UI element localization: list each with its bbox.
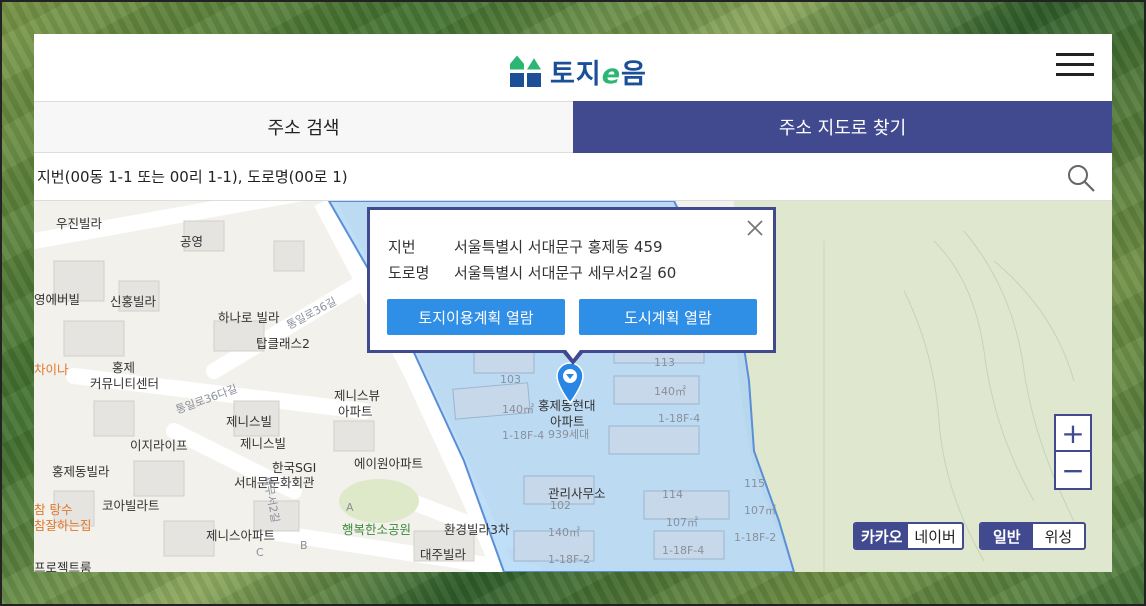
view-normal-button[interactable]: 일반 — [981, 524, 1033, 548]
map-label: 홍제동빌라 — [52, 464, 110, 479]
map-label: 신홍빌라 — [110, 294, 157, 309]
road-address-label: 도로명 — [388, 264, 430, 282]
search-input[interactable] — [34, 153, 1044, 200]
map-label: 코아빌라트 — [102, 498, 160, 513]
map-label: 제니스아파트 — [206, 528, 276, 543]
map-label: 탑클래스2 — [256, 336, 310, 351]
map-label: 1-18F-4 — [662, 544, 705, 557]
map-label: 113 — [654, 356, 675, 369]
jibun-label: 지번 — [388, 238, 416, 256]
map-label: 1-18F-4 — [658, 412, 701, 425]
tab-address-search[interactable]: 주소 검색 — [34, 101, 573, 153]
header: 토지e음 — [34, 34, 1112, 101]
view-satellite-button[interactable]: 위성 — [1033, 524, 1085, 548]
map-label: 아파트 — [338, 404, 373, 419]
map-label: 프로젝트룸 — [34, 560, 92, 572]
zoom-out-button[interactable]: − — [1056, 452, 1090, 488]
provider-naver-button[interactable]: 네이버 — [908, 524, 961, 548]
popup-tail — [563, 350, 583, 365]
map-label: 참잘하는집 — [34, 518, 92, 533]
search-bar — [34, 153, 1112, 201]
map-label: 커뮤니티센터 — [90, 376, 160, 391]
map-label: 140㎡ — [548, 526, 580, 539]
map-label: 공영 — [180, 234, 204, 249]
map-provider-toggle: 카카오 네이버 — [853, 522, 964, 550]
map-label: 행복한소공원 — [342, 522, 412, 537]
map-label: 대주빌라 — [420, 547, 467, 562]
map-view[interactable]: 우진빌라 공영 영에버빌 신홍빌라 하나로 빌라 탑클래스2 홍제 커뮤니티센터… — [34, 201, 1112, 572]
map-label: 1-18F-2 — [734, 531, 777, 544]
close-icon[interactable] — [745, 218, 765, 238]
map-label: 이지라이프 — [130, 438, 188, 453]
provider-kakao-button[interactable]: 카카오 — [855, 524, 909, 548]
city-plan-button[interactable]: 도시계획 열람 — [579, 299, 757, 335]
map-label: 1-18F-2 — [548, 553, 591, 566]
map-label: 환경빌라3차 — [444, 522, 510, 537]
jibun-row: 지번 서울특별시 서대문구 홍제동 459 — [388, 236, 663, 257]
hamburger-menu-icon[interactable] — [1056, 53, 1094, 77]
map-label: 114 — [662, 488, 683, 501]
map-label: A — [346, 501, 354, 514]
zoom-control: + − — [1054, 414, 1092, 490]
logo[interactable]: 토지e음 — [510, 52, 647, 91]
address-popup: 지번 서울특별시 서대문구 홍제동 459 도로명 서울특별시 서대문구 세무서… — [367, 207, 776, 365]
map-label: B — [300, 539, 308, 552]
tab-bar: 주소 검색 주소 지도로 찾기 — [34, 101, 1112, 153]
map-label: 140㎡ — [654, 385, 686, 398]
road-address-value: 서울특별시 서대문구 세무서2길 60 — [454, 264, 677, 282]
map-label: 102 — [550, 499, 571, 512]
logo-text: 토지e음 — [550, 59, 647, 90]
map-label: 103 — [500, 373, 521, 386]
map-label: 939세대 — [548, 428, 590, 441]
map-view-toggle: 일반 위성 — [979, 522, 1087, 550]
map-label: 107㎡ — [744, 504, 776, 517]
map-label: 115 — [744, 477, 765, 490]
map-label: 차이나 — [34, 362, 69, 377]
land-use-plan-button[interactable]: 토지이용계획 열람 — [387, 299, 565, 335]
land-eum-panel: 토지e음 주소 검색 주소 지도로 찾기 지번(00동 1-1 또는 00리 1… — [34, 34, 1112, 572]
map-label: 제니스빌 — [226, 414, 273, 429]
zoom-in-button[interactable]: + — [1056, 416, 1090, 452]
map-label: 107㎡ — [666, 516, 698, 529]
map-label: 제니스빌 — [240, 436, 287, 451]
map-label: C — [256, 546, 264, 559]
tab-address-map[interactable]: 주소 지도로 찾기 — [573, 101, 1112, 153]
road-address-row: 도로명 서울특별시 서대문구 세무서2길 60 — [388, 262, 676, 283]
map-label: 140㎡ — [502, 403, 534, 416]
search-icon[interactable] — [1066, 163, 1096, 193]
map-label: 에이원아파트 — [354, 456, 424, 471]
map-label: 하나로 빌라 — [218, 310, 280, 325]
map-label: 영에버빌 — [34, 292, 81, 307]
map-label: 1-18F-4 — [502, 429, 545, 442]
jibun-value: 서울특별시 서대문구 홍제동 459 — [454, 238, 663, 256]
location-pin-icon[interactable] — [555, 362, 585, 404]
logo-mark-icon — [510, 55, 542, 88]
map-label: 우진빌라 — [56, 216, 103, 231]
